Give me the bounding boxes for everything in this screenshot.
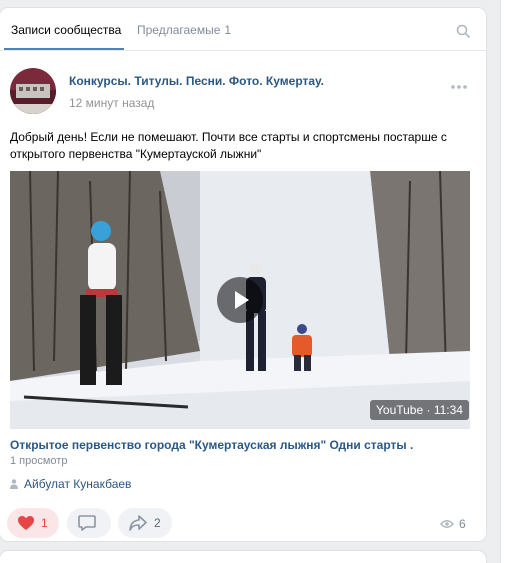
share-count: 2 xyxy=(154,516,161,530)
post-card: Записи сообщества Предлагаемые 1 Конкурсы… xyxy=(0,8,486,541)
post-author[interactable]: Конкурсы. Титулы. Песни. Фото. Кумертау. xyxy=(69,74,324,88)
like-button[interactable]: 1 xyxy=(7,508,59,538)
video-views-count: 1 просмотр xyxy=(10,455,68,467)
tab-suggested-count: 1 xyxy=(224,23,232,37)
search-icon[interactable] xyxy=(456,24,470,38)
comment-button[interactable] xyxy=(67,508,111,538)
video-thumbnail[interactable]: YouTube · 11:34 xyxy=(10,171,470,429)
post-text: Добрый день! Если не помешают. Почти все… xyxy=(10,130,447,161)
more-icon[interactable] xyxy=(450,84,468,90)
post-time[interactable]: 12 минут назад xyxy=(69,96,154,110)
play-button[interactable] xyxy=(217,277,263,323)
person-icon xyxy=(10,479,18,489)
post-signer[interactable]: Айбулат Кунакбаев xyxy=(10,477,131,491)
views-count: 6 xyxy=(459,517,466,531)
active-tab-indicator xyxy=(4,48,124,50)
right-column-edge xyxy=(500,0,509,563)
share-icon xyxy=(129,515,147,531)
tab-suggested[interactable]: Предлагаемые 1 xyxy=(137,23,231,37)
post-signer-name: Айбулат Кунакбаев xyxy=(24,477,132,491)
comment-icon xyxy=(78,515,96,531)
video-duration-badge: YouTube · 11:34 xyxy=(370,400,469,420)
share-button[interactable]: 2 xyxy=(118,508,172,538)
tab-community-posts[interactable]: Записи сообщества xyxy=(11,23,121,37)
community-avatar[interactable] xyxy=(10,68,56,114)
wall-tabs: Записи сообщества Предлагаемые 1 xyxy=(0,8,486,51)
next-post-card xyxy=(0,551,486,563)
video-title-link[interactable]: Открытое первенство города "Кумертауская… xyxy=(10,438,413,452)
play-icon xyxy=(235,291,249,309)
heart-icon xyxy=(18,516,34,530)
like-count: 1 xyxy=(41,516,48,530)
eye-icon xyxy=(440,520,454,528)
post-views: 6 xyxy=(440,517,466,531)
tab-suggested-label: Предлагаемые xyxy=(137,23,221,37)
